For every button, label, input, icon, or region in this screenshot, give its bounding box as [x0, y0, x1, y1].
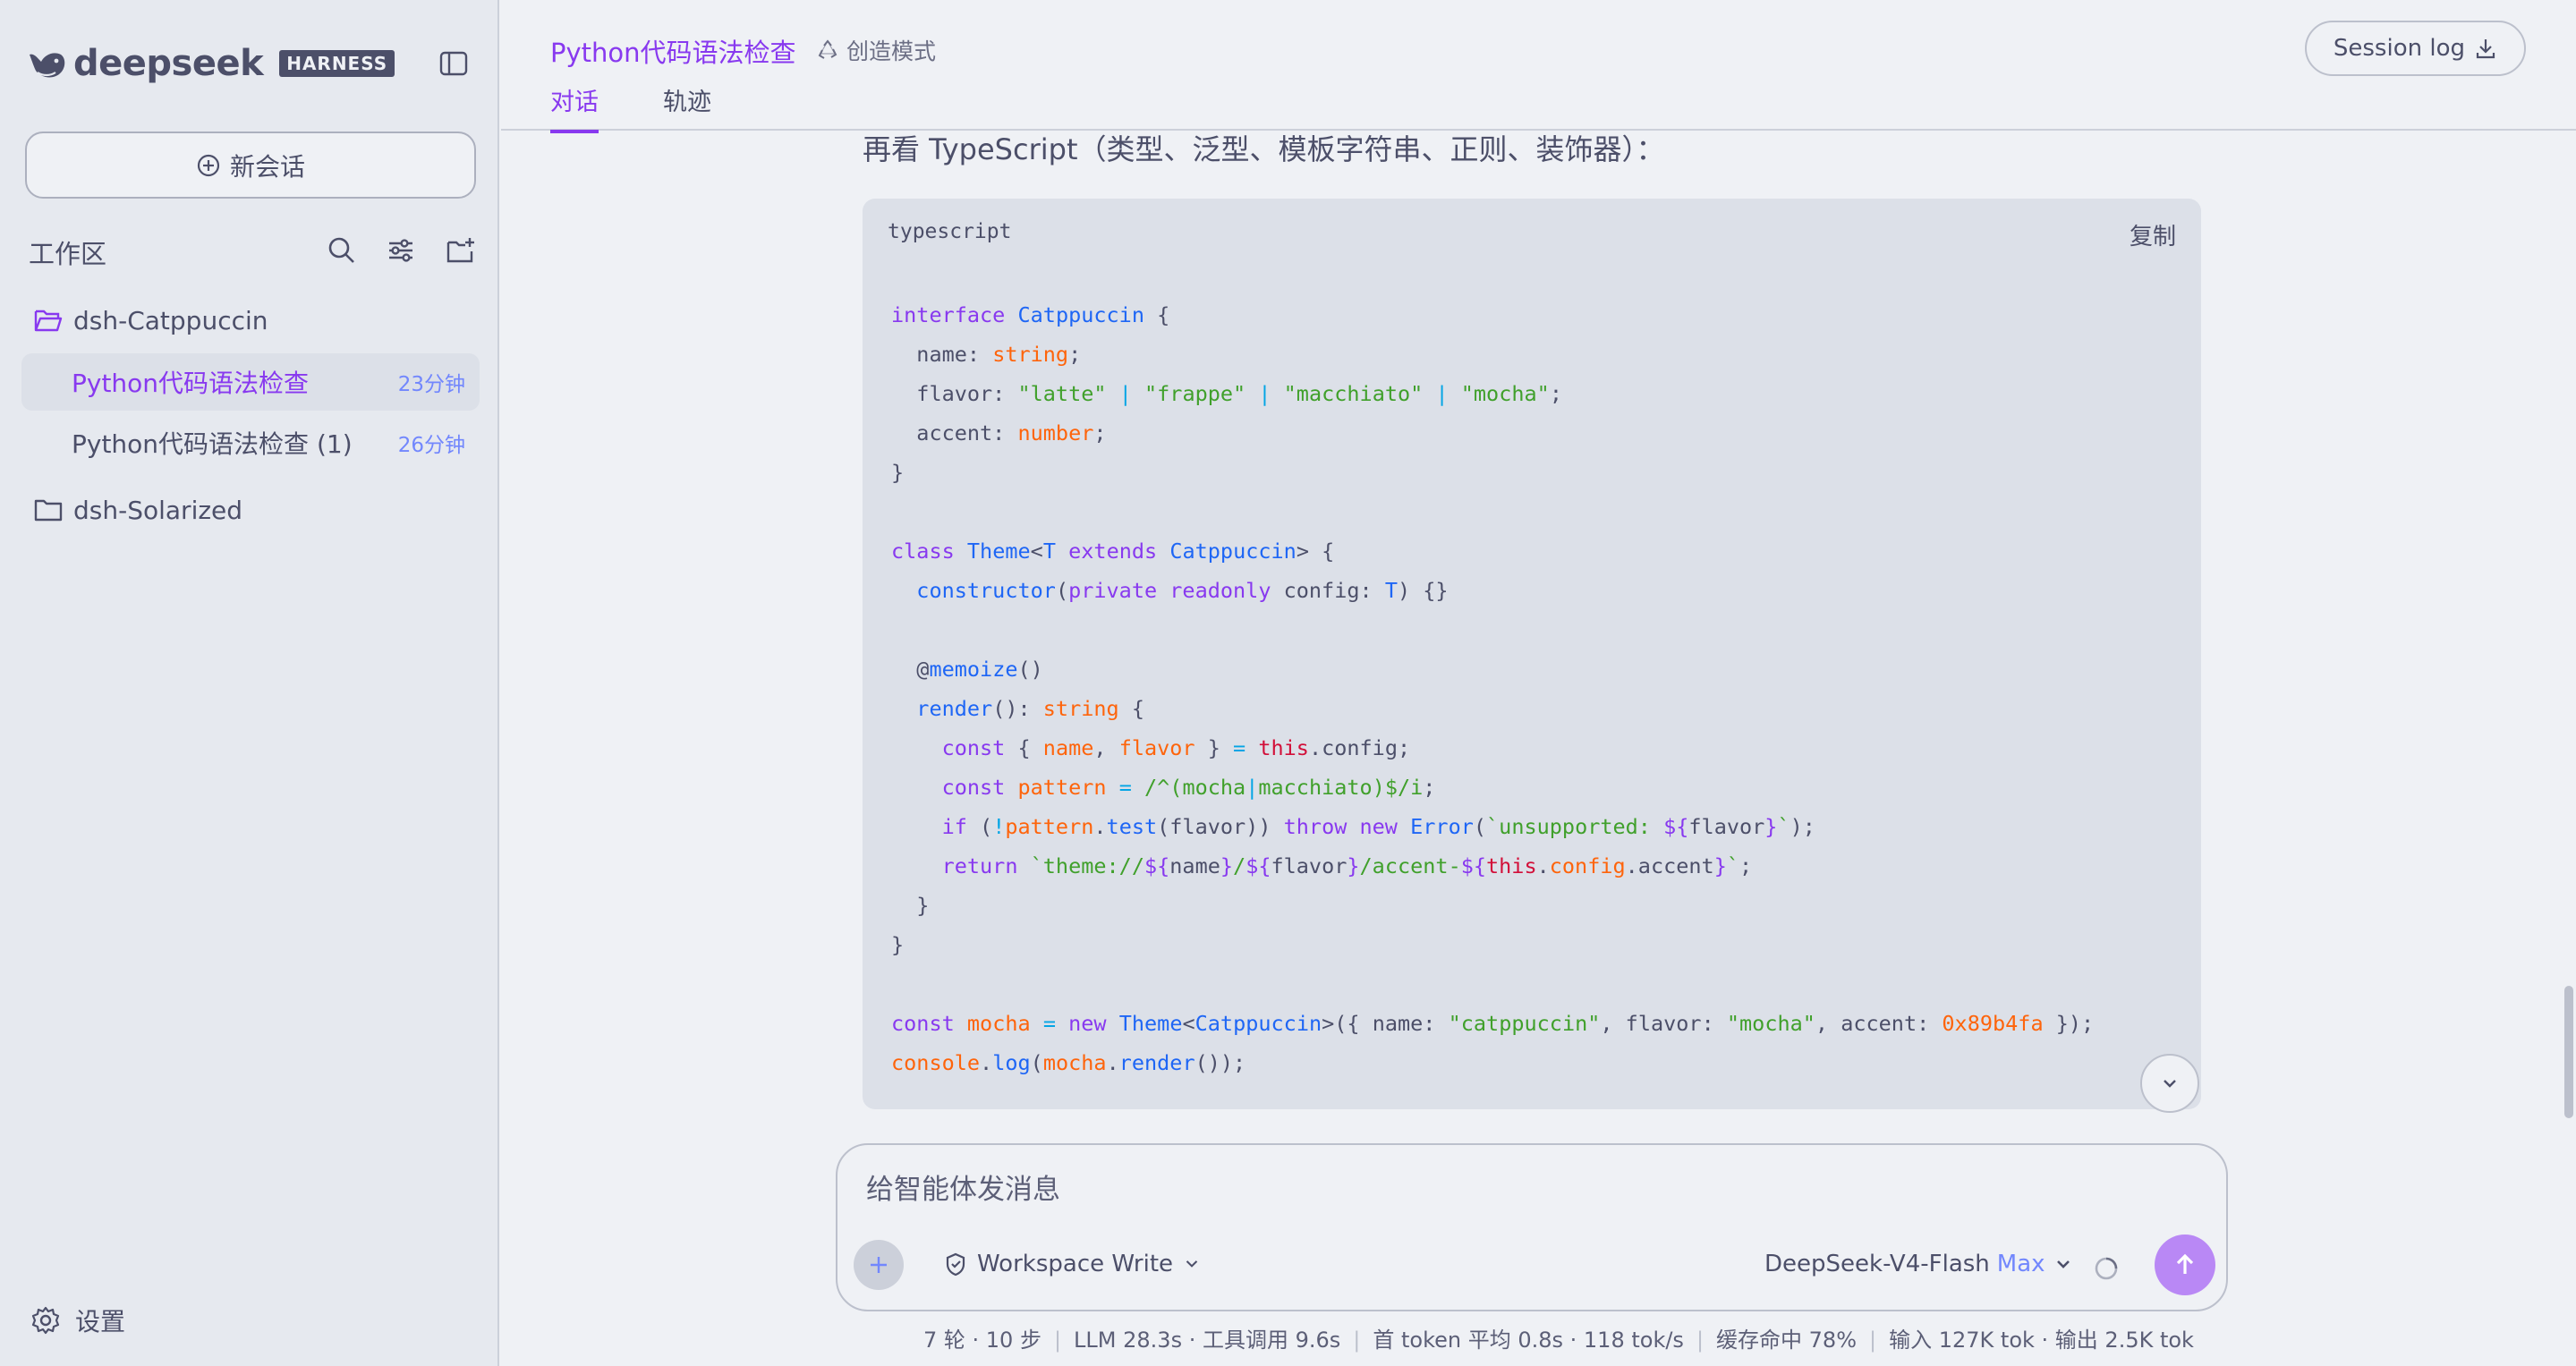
- code-content: interface Catppuccin { name: string; fla…: [891, 302, 2095, 1075]
- session-age: 23分钟: [397, 373, 465, 396]
- tab-conversation[interactable]: 对话: [550, 82, 599, 133]
- session-log-label: Session log: [2333, 35, 2465, 62]
- stats-cache: 缓存命中 78%: [1716, 1328, 1858, 1353]
- chevron-down-icon: [2056, 1260, 2070, 1268]
- send-button[interactable]: [2155, 1234, 2215, 1295]
- session-age: 26分钟: [397, 434, 465, 457]
- permission-label: Workspace Write: [977, 1251, 1174, 1277]
- brand-badge: HARNESS: [279, 50, 395, 77]
- view-tabs: 对话 轨迹: [550, 82, 711, 133]
- whale-icon: [30, 53, 65, 78]
- session-stats: 7 轮 · 10 步 | LLM 28.3s · 工具调用 9.6s | 首 token…: [923, 1328, 2194, 1353]
- folder-dsh-catppuccin[interactable]: dsh-Catppuccin: [34, 301, 268, 340]
- scroll-to-bottom-button[interactable]: [2140, 1054, 2199, 1113]
- settings-button[interactable]: 设置: [30, 1302, 125, 1338]
- shield-check-icon: [946, 1252, 965, 1277]
- recycle-icon: [818, 39, 837, 59]
- top-bar: Python代码语法检查 创造模式 对话 轨迹 Session log: [501, 0, 2576, 133]
- folder-icon: [34, 499, 63, 522]
- sidebar-toggle-icon[interactable]: [438, 48, 469, 79]
- model-selector[interactable]: DeepSeek-V4-Flash Max: [1764, 1251, 2074, 1277]
- session-title: Python代码语法检查: [72, 369, 310, 398]
- loading-spinner-icon: [2095, 1257, 2118, 1280]
- new-chat-label: 新会话: [229, 151, 305, 182]
- settings-label: 设置: [75, 1307, 126, 1336]
- folder-dsh-solarized[interactable]: dsh-Solarized: [34, 490, 242, 530]
- download-icon: [2476, 39, 2495, 59]
- permission-selector[interactable]: Workspace Write: [943, 1251, 1202, 1277]
- plus-icon: [871, 1257, 887, 1273]
- search-icon[interactable]: [326, 234, 358, 267]
- message-input[interactable]: [866, 1174, 2119, 1206]
- stats-first-token: 首 token 平均 0.8s · 118 tok/s: [1373, 1328, 1684, 1353]
- chevron-down-icon: [1186, 1260, 1198, 1268]
- workspace-title: 工作区: [29, 239, 107, 269]
- model-tier: Max: [1996, 1251, 2045, 1277]
- mode-label: 创造模式: [846, 38, 937, 64]
- session-log-button[interactable]: Session log: [2304, 21, 2526, 76]
- stats-llm: LLM 28.3s · 工具调用 9.6s: [1074, 1328, 1341, 1353]
- session-item[interactable]: Python代码语法检查 (1) 26分钟: [21, 414, 480, 471]
- new-folder-icon[interactable]: [444, 234, 476, 267]
- new-chat-button[interactable]: 新会话: [25, 132, 476, 199]
- sidebar: deepseek HARNESS 新会话 工作区 dsh-Catppuccin …: [0, 0, 499, 1366]
- filter-sliders-icon[interactable]: [385, 234, 417, 267]
- attach-button[interactable]: [854, 1240, 904, 1290]
- gear-icon: [31, 1306, 60, 1335]
- scrollbar-thumb[interactable]: [2564, 986, 2573, 1118]
- mode-indicator: 创造模式: [816, 34, 936, 66]
- chat-title: Python代码语法检查: [550, 38, 796, 68]
- message-composer: Workspace Write DeepSeek-V4-Flash Max: [836, 1143, 2228, 1311]
- folder-open-icon: [34, 310, 63, 332]
- workspace-tools: [326, 234, 476, 267]
- plus-circle-icon: [197, 154, 220, 176]
- brand-name: deepseek: [73, 43, 264, 84]
- assistant-message-text: 再看 TypeScript（类型、泛型、模板字符串、正则、装饰器）：: [863, 132, 1665, 166]
- copy-code-button[interactable]: 复制: [2130, 218, 2176, 251]
- code-block: typescript 复制 interface Catppuccin { nam…: [863, 199, 2201, 1109]
- arrow-up-icon: [2176, 1253, 2194, 1274]
- stats-turns: 7 轮 · 10 步: [923, 1328, 1041, 1353]
- folder-name: dsh-Catppuccin: [73, 305, 268, 335]
- chevron-down-icon: [2164, 1080, 2176, 1088]
- model-name: DeepSeek-V4-Flash: [1764, 1251, 1990, 1277]
- stats-io: 输入 127K tok · 输出 2.5K tok: [1889, 1328, 2194, 1353]
- code-language: typescript: [888, 220, 1012, 243]
- folder-name: dsh-Solarized: [73, 495, 243, 525]
- workspace-header: 工作区: [29, 234, 476, 270]
- tab-trajectory[interactable]: 轨迹: [663, 82, 711, 133]
- brand-logo: deepseek HARNESS: [27, 43, 395, 84]
- session-item[interactable]: Python代码语法检查 23分钟: [21, 353, 480, 411]
- session-title: Python代码语法检查 (1): [72, 429, 353, 459]
